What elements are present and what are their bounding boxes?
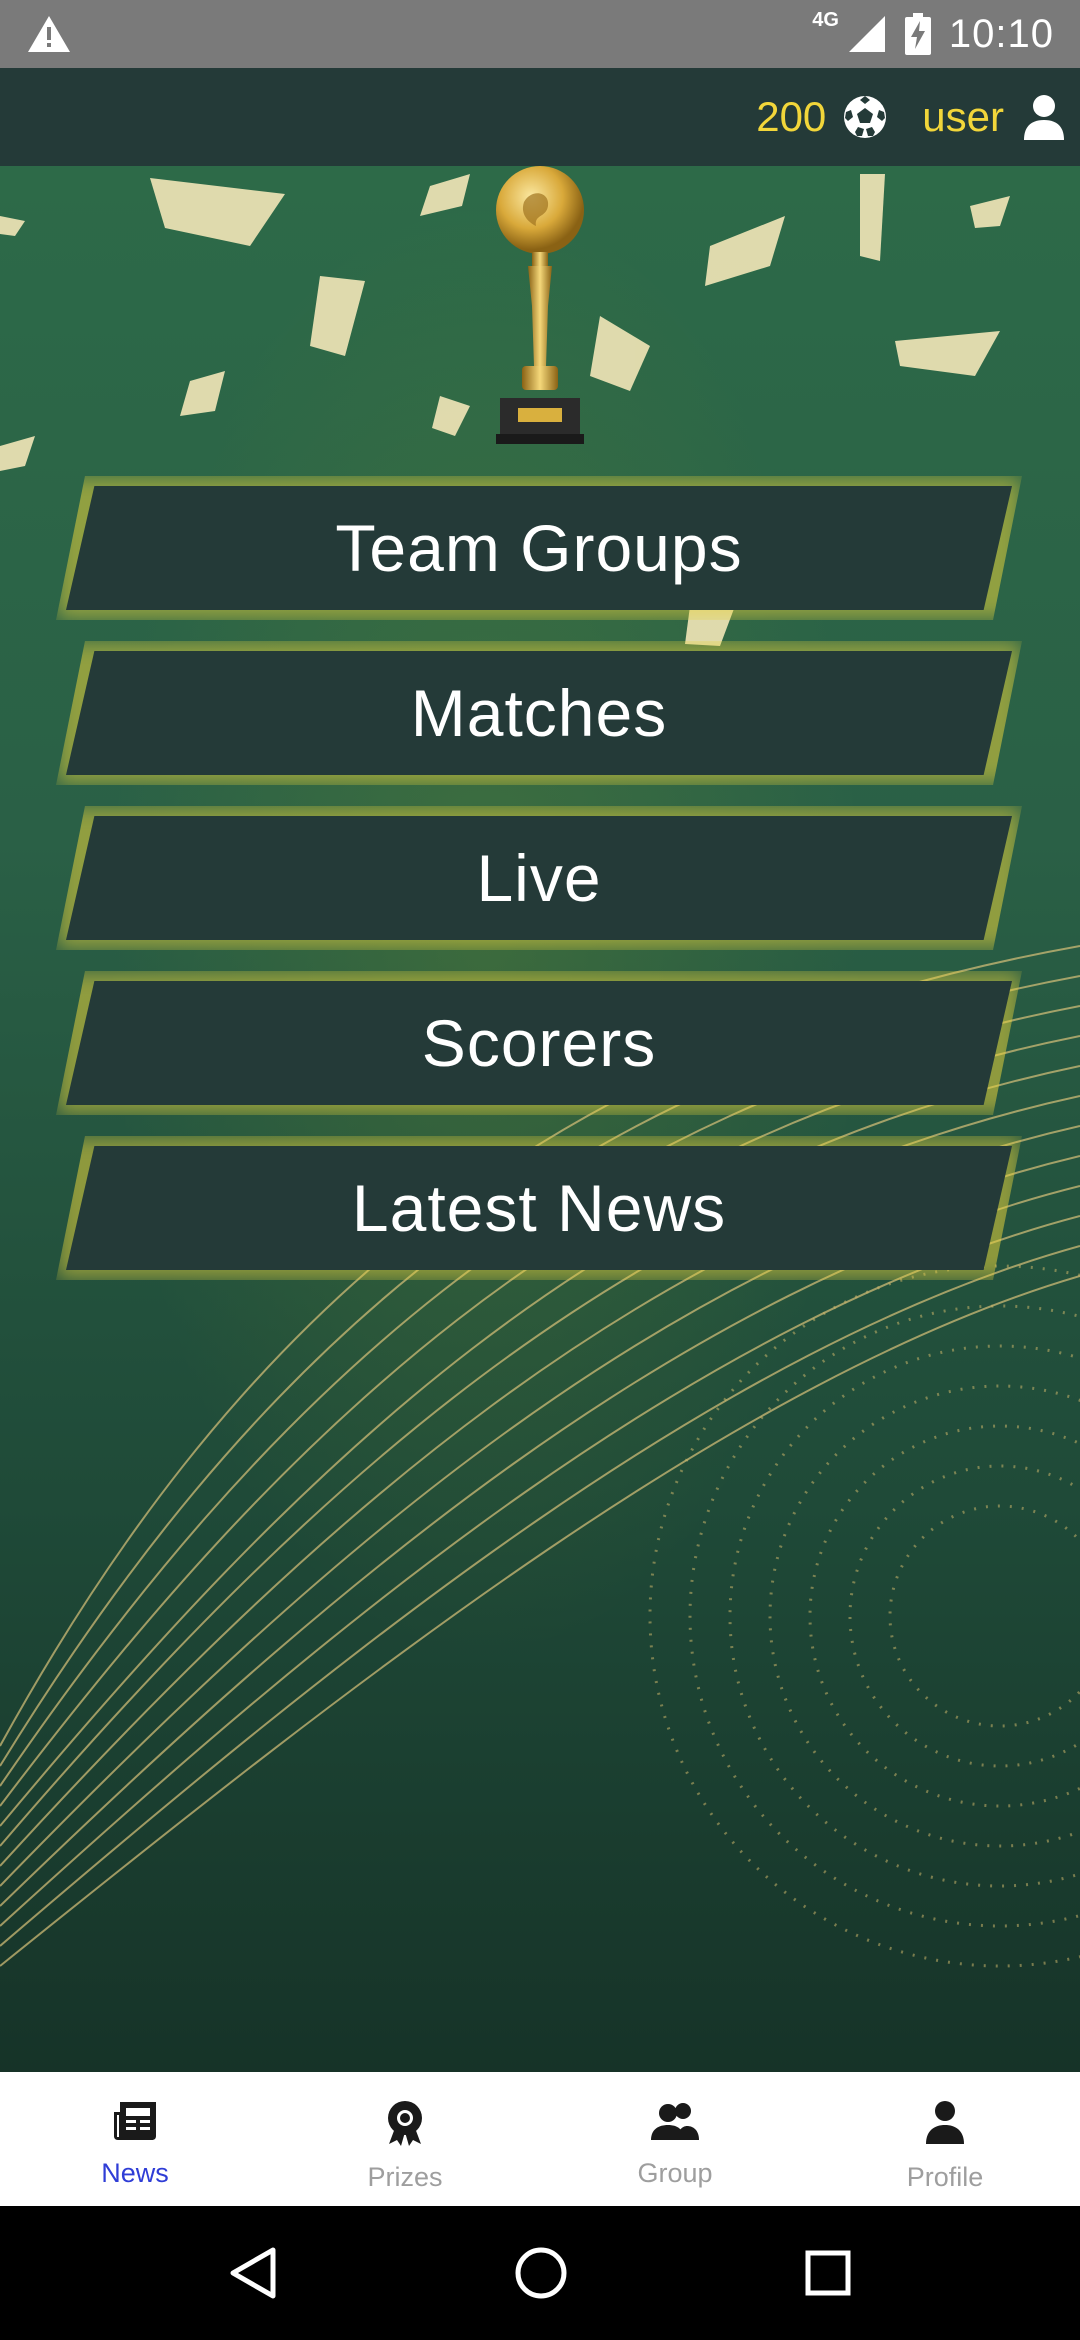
home-icon[interactable] bbox=[514, 2246, 568, 2300]
group-icon bbox=[651, 2103, 699, 2140]
nav-item-profile[interactable]: Profile bbox=[810, 2072, 1080, 2206]
menu-item-label: Live bbox=[476, 841, 602, 915]
award-icon bbox=[388, 2101, 422, 2146]
matches-button[interactable]: Matches bbox=[56, 641, 1022, 785]
person-icon bbox=[926, 2101, 964, 2144]
menu-item-label: Matches bbox=[410, 676, 668, 750]
latest-news-button[interactable]: Latest News bbox=[56, 1136, 1022, 1280]
person-icon bbox=[1024, 95, 1064, 140]
live-button[interactable]: Live bbox=[56, 806, 1022, 950]
menu-item-label: Scorers bbox=[421, 1006, 657, 1080]
network-type: 4G bbox=[812, 8, 839, 31]
nav-item-news[interactable]: News bbox=[0, 2072, 270, 2206]
menu-item-label: Team Groups bbox=[335, 511, 743, 585]
system-nav-bar bbox=[0, 2206, 1080, 2340]
warning-icon bbox=[28, 16, 70, 52]
team-groups-button[interactable]: Team Groups bbox=[56, 476, 1022, 620]
status-bar: 4G 10:10 bbox=[0, 0, 1080, 68]
scorers-button[interactable]: Scorers bbox=[56, 971, 1022, 1115]
bottom-navigation: News Prizes Group Profile bbox=[0, 2072, 1080, 2206]
menu-item-label: Latest News bbox=[351, 1171, 727, 1245]
username: user bbox=[922, 93, 1004, 140]
app-screen: 4G 10:10 200 user Team Groups Matches Li… bbox=[0, 0, 1080, 2340]
signal-icon bbox=[848, 16, 885, 52]
recents-icon[interactable] bbox=[804, 2249, 852, 2297]
nav-label: Group bbox=[637, 2158, 713, 2188]
soccer-ball-icon bbox=[844, 96, 887, 138]
trophy-icon bbox=[496, 166, 584, 444]
nav-label: News bbox=[101, 2158, 169, 2188]
app-header: 200 user bbox=[0, 68, 1080, 166]
confetti-decoration bbox=[0, 174, 1080, 1968]
user-account[interactable]: user bbox=[922, 93, 1066, 141]
nav-item-group[interactable]: Group bbox=[540, 2072, 810, 2206]
coin-balance[interactable]: 200 bbox=[756, 93, 888, 141]
coin-count: 200 bbox=[756, 93, 827, 140]
newspaper-icon bbox=[114, 2102, 156, 2140]
status-time: 10:10 bbox=[948, 11, 1054, 56]
nav-label: Profile bbox=[906, 2162, 984, 2192]
main-background: Team Groups Matches Live Scorers Latest bbox=[0, 166, 1080, 2072]
nav-label: Prizes bbox=[367, 2162, 443, 2192]
back-icon[interactable] bbox=[228, 2246, 278, 2300]
nav-item-prizes[interactable]: Prizes bbox=[270, 2072, 540, 2206]
battery-charging-icon bbox=[904, 13, 931, 55]
